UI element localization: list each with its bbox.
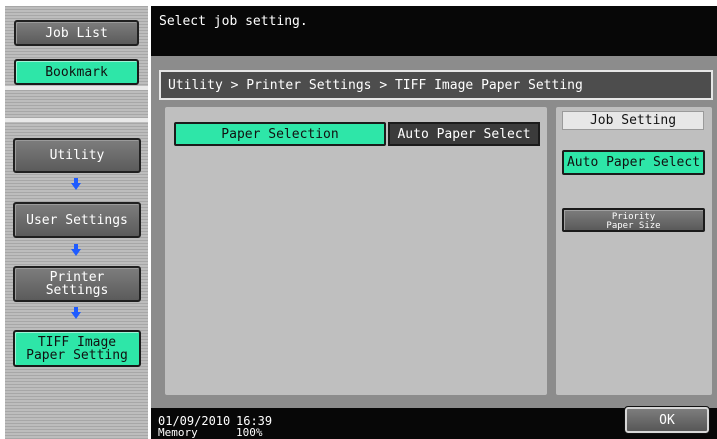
user-settings-button[interactable]: User Settings <box>13 202 141 238</box>
down-arrow-icon <box>71 178 81 190</box>
job-setting-title: Job Setting <box>562 111 704 130</box>
memory-label: Memory <box>158 426 198 439</box>
down-arrow-icon <box>71 244 81 256</box>
priority-paper-size-button[interactable]: Priority Paper Size <box>562 208 705 232</box>
tiff-label-line2: Paper Setting <box>26 347 128 363</box>
message-bar: Select job setting. <box>151 6 717 56</box>
paper-selection-value: Auto Paper Select <box>388 122 540 146</box>
utility-button[interactable]: Utility <box>13 138 141 173</box>
memory-value: 100% <box>236 426 263 439</box>
sidebar-divider <box>5 118 148 122</box>
bookmark-button[interactable]: Bookmark <box>14 59 139 85</box>
down-arrow-icon <box>71 307 81 319</box>
breadcrumb-text: Utility > Printer Settings > TIFF Image … <box>168 78 583 93</box>
sidebar-divider <box>5 86 148 90</box>
job-list-button[interactable]: Job List <box>14 20 139 46</box>
settings-area <box>165 107 547 395</box>
priority-label-line2: Paper Size <box>606 221 661 231</box>
tiff-image-paper-setting-button[interactable]: TIFF Image Paper Setting <box>13 330 141 367</box>
paper-selection-button[interactable]: Paper Selection <box>174 122 386 146</box>
ok-button[interactable]: OK <box>624 406 710 434</box>
tiff-label-line1: TIFF Image <box>37 334 117 350</box>
breadcrumb: Utility > Printer Settings > TIFF Image … <box>159 70 713 100</box>
instruction-message: Select job setting. <box>159 14 308 29</box>
printer-settings-button[interactable]: Printer Settings <box>13 266 141 302</box>
auto-paper-select-button[interactable]: Auto Paper Select <box>562 150 705 175</box>
